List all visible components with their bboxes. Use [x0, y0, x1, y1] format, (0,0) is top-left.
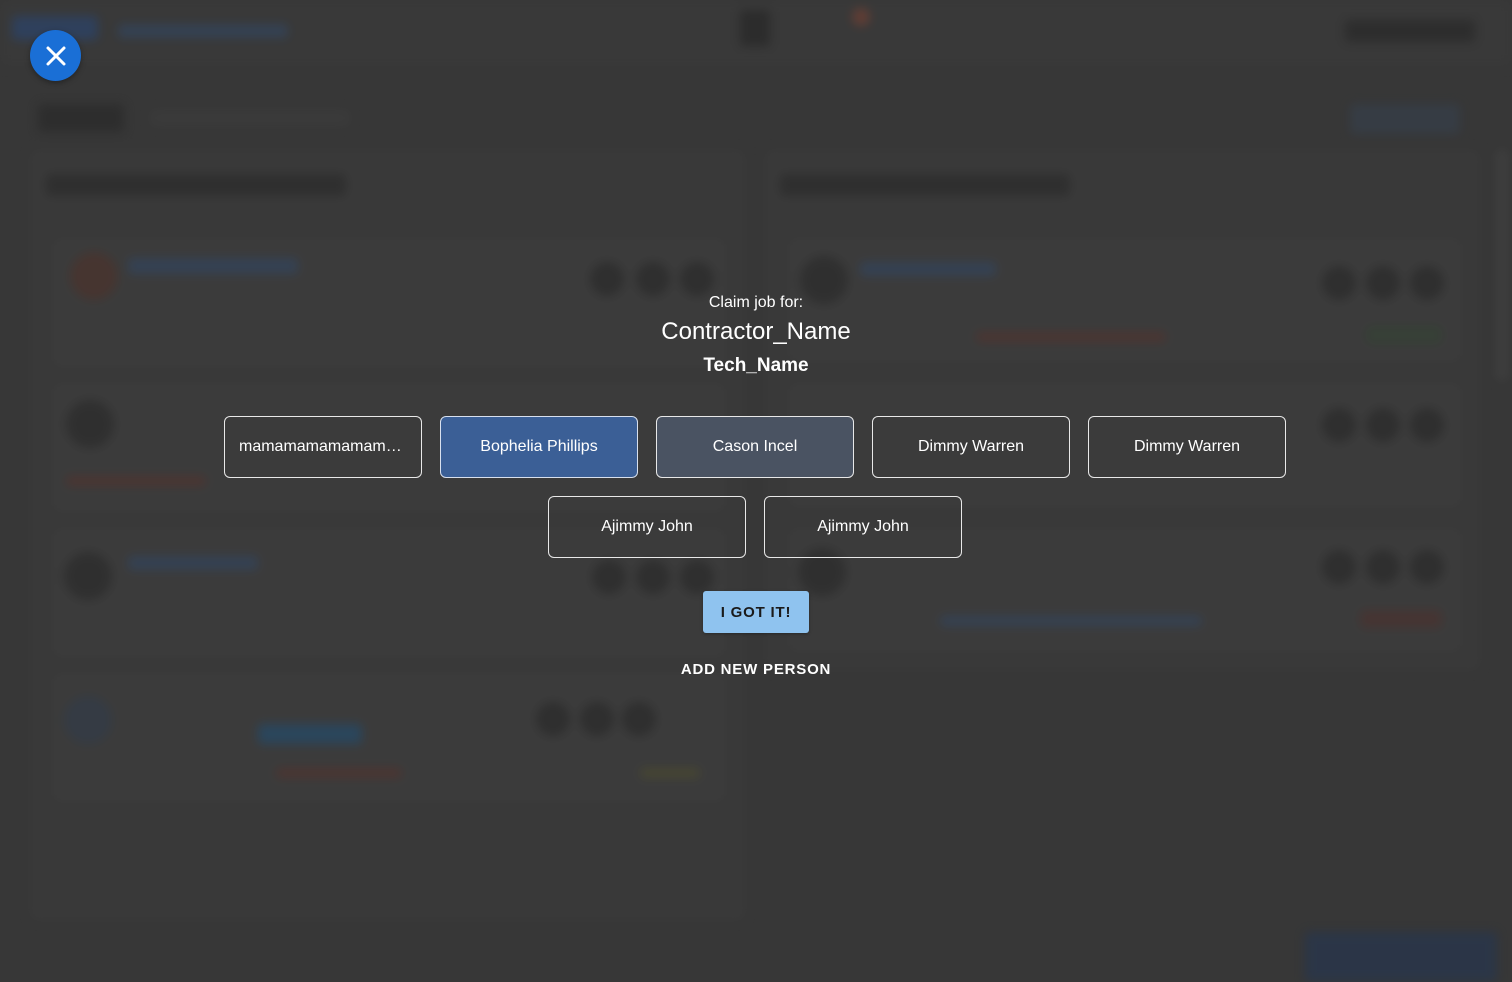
person-option-label: mamamamamamamam... [239, 438, 407, 455]
claim-job-label: Claim job for: [708, 294, 804, 311]
add-new-person-button[interactable]: ADD NEW PERSON [681, 661, 831, 678]
add-new-person-row: ADD NEW PERSON [0, 661, 1512, 678]
claim-job-dialog: Claim job for: Contractor_Name Tech_Name… [0, 0, 1512, 982]
tech-name: Tech_Name [703, 355, 809, 376]
contractor-name: Contractor_Name [661, 318, 851, 345]
person-option-button[interactable]: Cason Incel [656, 416, 854, 478]
person-option-button[interactable]: Dimmy Warren [1088, 416, 1286, 478]
person-option-button[interactable]: mamamamamamamam... [224, 416, 422, 478]
person-option-label: Dimmy Warren [1133, 438, 1241, 455]
confirm-button[interactable]: I GOT IT! [703, 591, 809, 633]
person-option-label: Bophelia Phillips [480, 438, 598, 455]
person-option-label: Dimmy Warren [917, 438, 1025, 455]
person-option-button[interactable]: Ajimmy John [764, 496, 962, 558]
person-option-label: Ajimmy John [817, 518, 909, 535]
person-option-button-selected[interactable]: Bophelia Phillips [440, 416, 638, 478]
person-option-button[interactable]: Ajimmy John [548, 496, 746, 558]
person-option-button[interactable]: Dimmy Warren [872, 416, 1070, 478]
person-option-label: Cason Incel [712, 438, 798, 455]
person-option-label: Ajimmy John [601, 518, 693, 535]
